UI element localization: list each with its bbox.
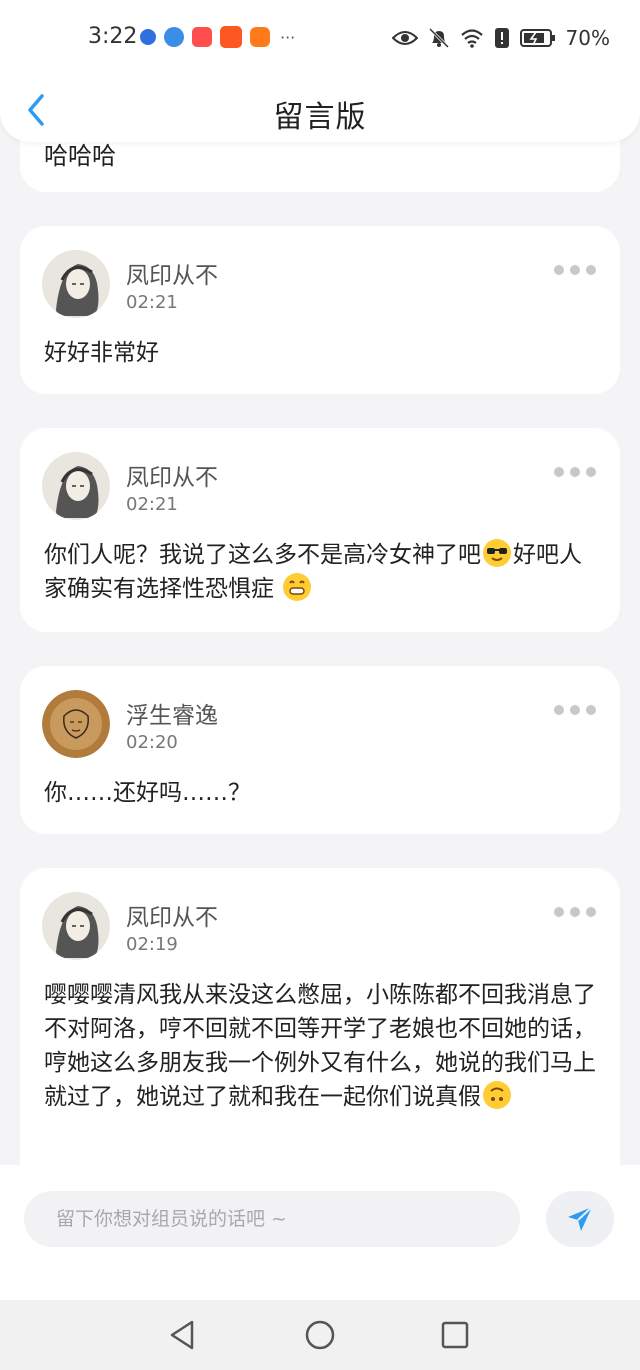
composer-bar xyxy=(0,1165,640,1300)
message-card: 凤印从不 02:21 你们人呢？我说了这么多不是高冷女神了吧 好吧人家确实有选择性… xyxy=(20,428,620,632)
status-time: 3:22 xyxy=(88,24,138,49)
status-bar: 3:22 ··· 70% xyxy=(0,18,640,58)
upside-down-face-emoji-icon xyxy=(483,1081,511,1109)
home-circle-icon[interactable] xyxy=(303,1318,337,1352)
eye-icon xyxy=(391,29,418,47)
more-options-icon[interactable] xyxy=(550,260,600,280)
more-options-icon[interactable] xyxy=(550,902,600,922)
app-header: 3:22 ··· 70% 留言版 xyxy=(0,0,640,142)
message-body: 好好非常好 xyxy=(44,340,159,366)
page-title: 留言版 xyxy=(273,100,367,135)
username[interactable]: 凤印从不 xyxy=(126,898,218,932)
username[interactable]: 凤印从不 xyxy=(126,458,218,492)
bell-off-icon xyxy=(428,27,450,49)
wifi-icon xyxy=(460,28,484,48)
message-body: 你……还好吗……？ xyxy=(44,780,251,806)
message-body: 嘤嘤嘤清风我从来没这么憋屈，小陈陈都不回我消息了不对阿洛，哼不回就不回等开学了老… xyxy=(44,978,604,1114)
video-app-icon xyxy=(250,27,270,47)
username[interactable]: 凤印从不 xyxy=(126,256,218,290)
avatar[interactable] xyxy=(42,250,110,318)
message-time: 02:21 xyxy=(126,494,178,515)
send-icon xyxy=(568,1206,593,1231)
grinning-emoji-icon xyxy=(283,573,312,601)
red-app-icon xyxy=(192,27,212,47)
avatar[interactable] xyxy=(42,452,110,520)
message-card: 凤印从不 02:19 嘤嘤嘤清风我从来没这么憋屈，小陈陈都不回我消息了不对阿洛，… xyxy=(20,868,620,1165)
more-options-icon[interactable] xyxy=(550,700,600,720)
message-card: 浮生睿逸 02:20 你……还好吗……？ xyxy=(20,666,620,834)
message-time: 02:19 xyxy=(126,934,178,955)
baidu-icon xyxy=(140,29,156,45)
message-body: 你们人呢？我说了这么多不是高冷女神了吧 好吧人家确实有选择性恐惧症 xyxy=(44,538,604,606)
more-options-icon[interactable] xyxy=(550,462,600,482)
back-triangle-icon[interactable] xyxy=(166,1318,200,1352)
message-text: 嘤嘤嘤清风我从来没这么憋屈，小陈陈都不回我消息了不对阿洛，哼不回就不回等开学了老… xyxy=(44,982,596,1110)
message-time: 02:20 xyxy=(126,732,178,753)
avatar[interactable] xyxy=(42,690,110,758)
message-feed[interactable]: 哈哈哈 凤印从不 02:21 好好非常好 凤印从不 02:21 你们人呢？我说了… xyxy=(0,0,640,1165)
system-icons: 70% xyxy=(391,26,610,50)
avatar[interactable] xyxy=(42,892,110,960)
more-notifications-icon: ··· xyxy=(280,27,296,47)
username[interactable]: 浮生睿逸 xyxy=(126,696,218,730)
nav-bar: 留言版 xyxy=(0,80,640,140)
taobao-icon xyxy=(220,26,242,48)
browser-icon xyxy=(164,27,184,47)
battery-percentage: 70% xyxy=(565,26,610,50)
system-navigation-bar xyxy=(0,1300,640,1370)
sunglasses-emoji-icon xyxy=(483,539,511,567)
send-button[interactable] xyxy=(546,1191,614,1247)
message-time: 02:21 xyxy=(126,292,178,313)
message-card: 凤印从不 02:21 好好非常好 xyxy=(20,226,620,394)
alert-icon xyxy=(494,27,510,49)
message-input[interactable] xyxy=(24,1191,520,1247)
notification-icons: ··· xyxy=(140,26,295,48)
message-text: 你们人呢？我说了这么多不是高冷女神了吧 xyxy=(44,542,481,568)
recents-square-icon[interactable] xyxy=(438,1318,472,1352)
battery-icon xyxy=(519,28,556,48)
